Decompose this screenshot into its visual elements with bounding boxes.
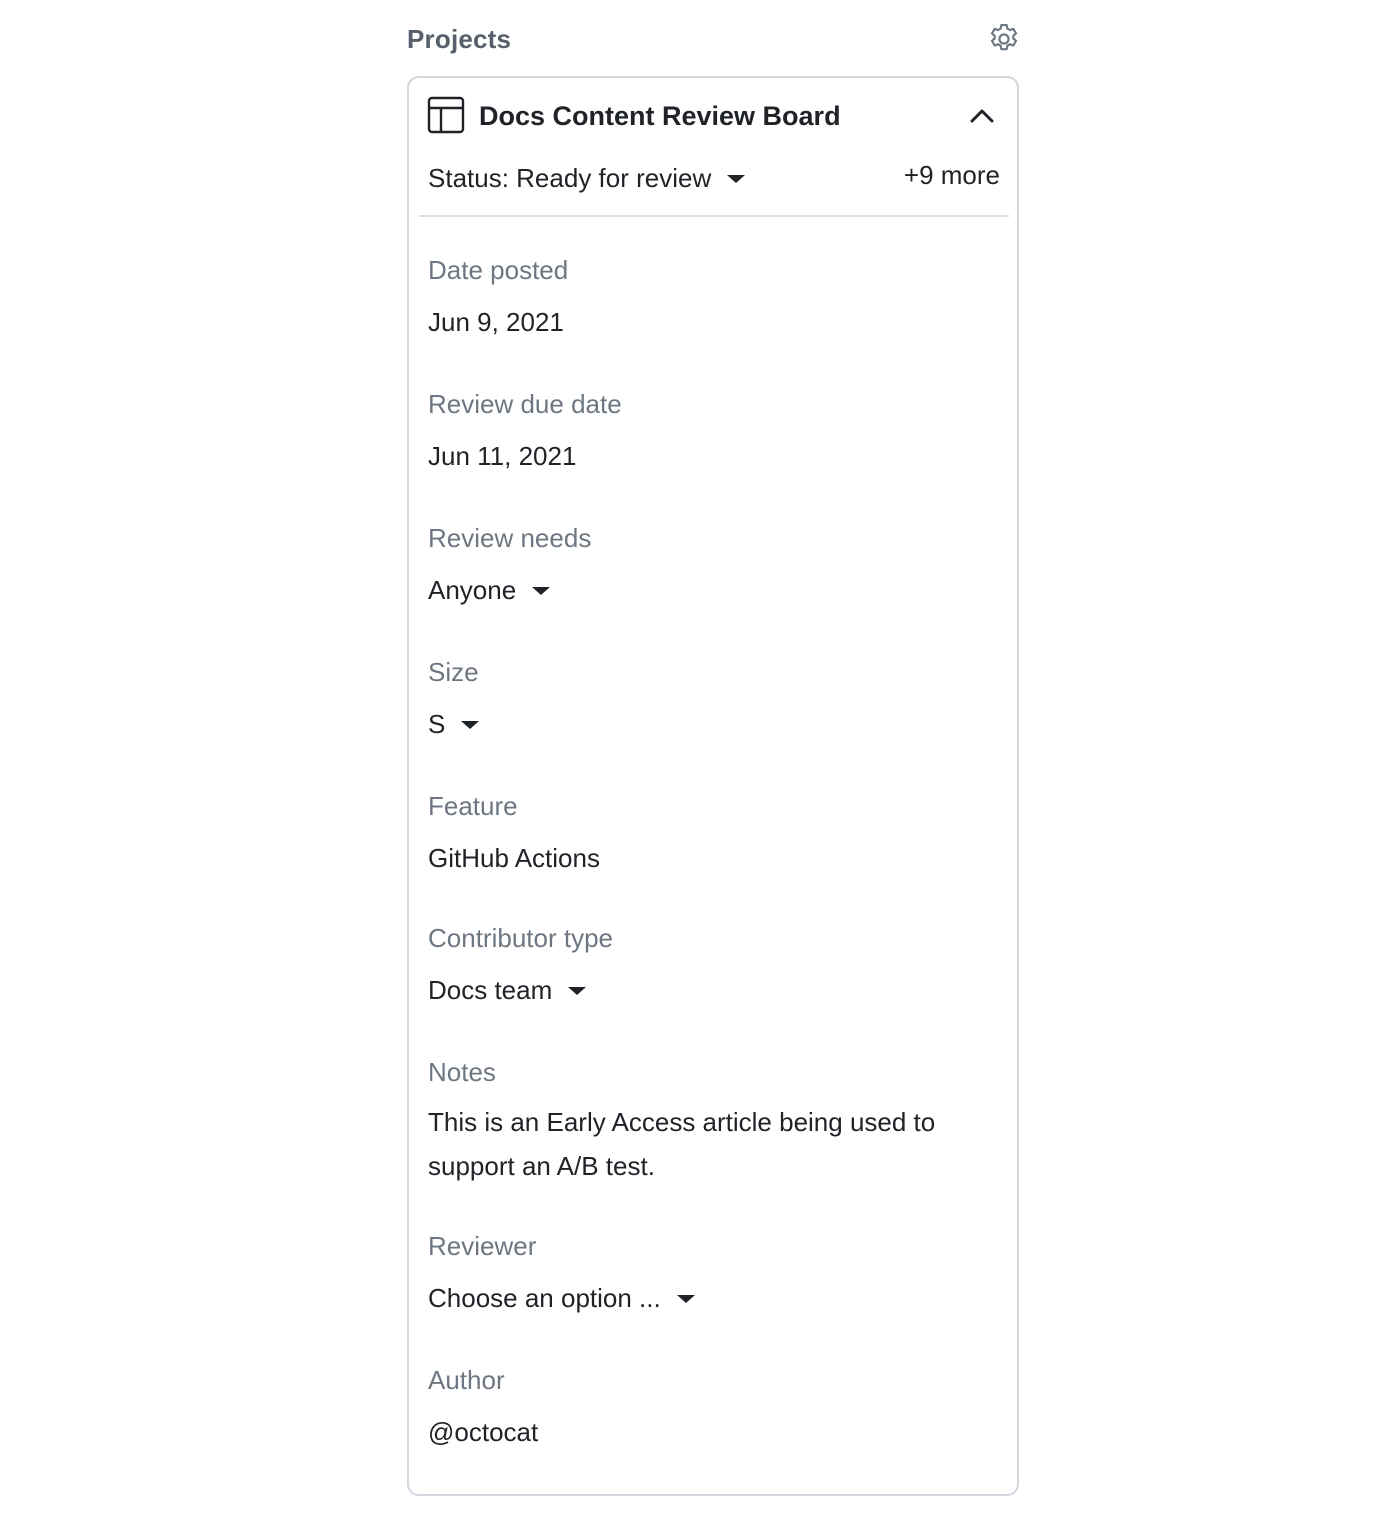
chevron-up-icon[interactable]: [967, 102, 997, 128]
size-dropdown[interactable]: S: [428, 702, 480, 746]
caret-down-icon: [727, 175, 746, 183]
caret-down-icon: [568, 987, 587, 995]
divider: [419, 215, 1009, 217]
field-review-needs: Review needs Anyone: [428, 520, 998, 612]
feature-value[interactable]: GitHub Actions: [428, 836, 998, 880]
caret-down-icon: [532, 587, 551, 595]
field-feature: Feature GitHub Actions: [428, 788, 998, 880]
table-icon: [427, 96, 465, 134]
review-needs-dropdown[interactable]: Anyone: [428, 568, 551, 612]
gear-icon[interactable]: [987, 22, 1021, 56]
field-label: Notes: [428, 1057, 496, 1087]
projects-heading: Projects: [407, 24, 512, 54]
field-label: Reviewer: [428, 1231, 537, 1261]
reviewer-dropdown[interactable]: Choose an option ...: [428, 1276, 695, 1320]
field-label: Size: [428, 657, 479, 687]
caret-down-icon: [461, 721, 480, 729]
field-label: Feature: [428, 791, 518, 821]
size-value: S: [428, 709, 446, 739]
notes-value[interactable]: This is an Early Access article being us…: [428, 1100, 988, 1188]
project-title[interactable]: Docs Content Review Board: [479, 101, 841, 132]
field-label: Review due date: [428, 389, 622, 419]
field-author: Author @octocat: [428, 1362, 998, 1454]
date-posted-value[interactable]: Jun 9, 2021: [428, 300, 998, 344]
project-card: Docs Content Review Board Status: Ready …: [407, 76, 1019, 1496]
review-needs-value: Anyone: [428, 575, 517, 605]
caret-down-icon: [676, 1295, 695, 1303]
author-value[interactable]: @octocat: [428, 1410, 998, 1454]
contributor-type-value: Docs team: [428, 975, 553, 1005]
field-size: Size S: [428, 654, 998, 746]
field-label: Date posted: [428, 255, 569, 285]
status-dropdown[interactable]: Status: Ready for review: [428, 160, 746, 196]
reviewer-value: Choose an option ...: [428, 1283, 661, 1313]
field-contributor-type: Contributor type Docs team: [428, 920, 998, 1012]
status-label: Status: Ready for review: [428, 162, 712, 193]
contributor-type-dropdown[interactable]: Docs team: [428, 968, 587, 1012]
field-notes: Notes This is an Early Access article be…: [428, 1054, 998, 1188]
more-fields-link[interactable]: +9 more: [904, 160, 1000, 191]
field-label: Review needs: [428, 523, 592, 553]
field-review-due-date: Review due date Jun 11, 2021: [428, 386, 998, 478]
field-label: Author: [428, 1365, 505, 1395]
field-label: Contributor type: [428, 923, 613, 953]
project-card-header: Docs Content Review Board Status: Ready …: [409, 78, 1017, 218]
projects-header: Projects: [407, 22, 1021, 62]
review-due-date-value[interactable]: Jun 11, 2021: [428, 434, 998, 478]
field-date-posted: Date posted Jun 9, 2021: [428, 252, 998, 344]
field-reviewer: Reviewer Choose an option ...: [428, 1228, 998, 1320]
